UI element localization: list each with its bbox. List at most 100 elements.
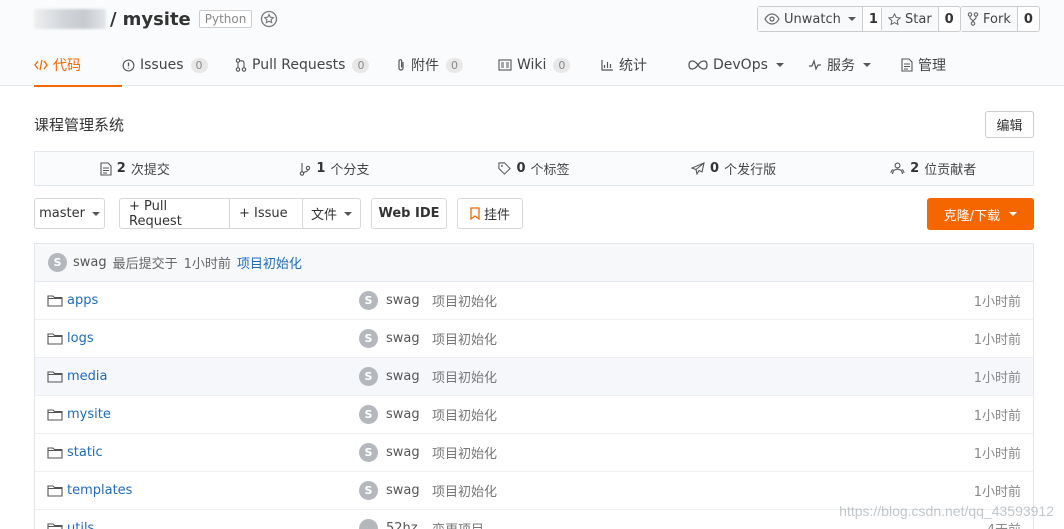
file-author[interactable]: 52hz: [386, 521, 418, 529]
new-pull-request-button[interactable]: + Pull Request: [120, 199, 229, 229]
file-commit-message[interactable]: 项目初始化: [432, 291, 497, 310]
file-name-cell: media: [47, 369, 108, 384]
avatar[interactable]: S: [48, 253, 67, 272]
file-row[interactable]: static Sswag 项目初始化 1小时前: [35, 434, 1033, 472]
tab-pull-requests-label: Pull Requests: [252, 57, 346, 73]
tab-issues[interactable]: Issues 0: [122, 44, 235, 86]
last-commit-author[interactable]: swag: [73, 255, 107, 270]
branches-count: 1: [316, 161, 326, 176]
stat-releases[interactable]: 0 个发行版: [634, 152, 834, 185]
star-button[interactable]: Star: [882, 7, 939, 31]
file-name-link[interactable]: mysite: [67, 407, 111, 422]
file-commit-message[interactable]: 项目初始化: [432, 329, 497, 348]
file-name-link[interactable]: static: [67, 445, 103, 460]
pulse-icon: [809, 59, 821, 71]
file-name-link[interactable]: templates: [67, 483, 132, 498]
file-author[interactable]: swag: [386, 369, 420, 384]
avatar[interactable]: S: [359, 443, 378, 462]
avatar[interactable]: S: [359, 405, 378, 424]
chevron-down-icon: [775, 63, 784, 67]
star-control: Star 0: [881, 6, 961, 32]
tags-label: 个标签: [530, 163, 570, 178]
folder-icon: [47, 409, 63, 421]
stat-contributors[interactable]: 2 位贡献者: [833, 152, 1033, 185]
award-icon[interactable]: [260, 10, 278, 28]
edit-button[interactable]: 编辑: [985, 111, 1034, 138]
file-name-link[interactable]: apps: [67, 293, 98, 308]
contributors-count: 2: [910, 161, 920, 176]
widget-button[interactable]: 挂件: [457, 198, 523, 229]
file-name-link[interactable]: utils: [67, 521, 94, 529]
repo-name[interactable]: mysite: [123, 9, 191, 30]
stat-commits[interactable]: 2 次提交: [35, 152, 235, 185]
file-commit-message[interactable]: 项目初始化: [432, 367, 497, 386]
file-name-cell: templates: [47, 483, 132, 498]
watermark: https://blog.csdn.net/qq_43593912: [839, 503, 1054, 519]
tab-devops[interactable]: DevOps: [688, 44, 808, 86]
last-commit-message[interactable]: 项目初始化: [237, 253, 302, 272]
fork-count[interactable]: 0: [1018, 7, 1039, 31]
language-badge[interactable]: Python: [198, 10, 253, 28]
file-name-link[interactable]: media: [67, 369, 108, 384]
tab-statistics[interactable]: 统计: [601, 44, 688, 86]
tab-pull-requests[interactable]: Pull Requests 0: [235, 44, 396, 86]
file-commit-message[interactable]: 变更项目: [432, 519, 484, 529]
file-commit-message[interactable]: 项目初始化: [432, 405, 497, 424]
avatar[interactable]: S: [359, 329, 378, 348]
chevron-down-icon: [1009, 212, 1018, 216]
fork-control: Fork 0: [960, 6, 1040, 32]
web-ide-button[interactable]: Web IDE: [371, 198, 447, 229]
tab-services[interactable]: 服务: [808, 44, 901, 86]
file-author[interactable]: swag: [386, 293, 420, 308]
owner-name-blurred[interactable]: [34, 9, 106, 29]
tab-statistics-label: 统计: [619, 58, 647, 74]
releases-label: 个发行版: [724, 163, 777, 178]
star-count[interactable]: 0: [939, 7, 960, 31]
file-author[interactable]: swag: [386, 483, 420, 498]
avatar[interactable]: S: [359, 367, 378, 386]
unwatch-button[interactable]: Unwatch: [758, 7, 863, 31]
watch-control: Unwatch 1: [757, 6, 885, 32]
file-menu-label: 文件: [310, 208, 337, 223]
folder-icon: [47, 485, 63, 497]
stat-branches[interactable]: 1 个分支: [235, 152, 435, 185]
last-commit-time: 1小时前: [183, 257, 231, 272]
fork-button[interactable]: Fork: [961, 7, 1018, 31]
avatar[interactable]: S: [359, 481, 378, 500]
file-author[interactable]: swag: [386, 407, 420, 422]
file-commit-time: 1小时前: [973, 409, 1021, 424]
tab-devops-label: DevOps: [713, 57, 768, 73]
unwatch-label: Unwatch: [784, 11, 841, 27]
repo-title-row: / mysite Python: [34, 6, 278, 32]
file-row[interactable]: media Sswag 项目初始化 1小时前: [35, 358, 1033, 396]
branch-select[interactable]: master: [34, 198, 105, 229]
file-commit-time: 4天前: [987, 519, 1021, 529]
file-commit-message[interactable]: 项目初始化: [432, 481, 497, 500]
tab-wiki[interactable]: Wiki 0: [498, 44, 601, 86]
file-commit-message[interactable]: 项目初始化: [432, 443, 497, 462]
avatar[interactable]: S: [359, 291, 378, 310]
file-name-cell: apps: [47, 293, 98, 308]
file-row[interactable]: mysite Sswag 项目初始化 1小时前: [35, 396, 1033, 434]
stat-tags[interactable]: 0 个标签: [434, 152, 634, 185]
folder-icon: [47, 333, 63, 345]
tab-issues-label: Issues: [140, 57, 184, 73]
tab-code[interactable]: 代码: [34, 44, 122, 87]
tab-manage[interactable]: 管理: [901, 44, 971, 86]
tab-attachments[interactable]: 附件 0: [396, 44, 498, 86]
clone-download-label: 克隆/下载: [943, 208, 1001, 224]
commits-count: 2: [116, 161, 126, 176]
branch-icon: [300, 162, 311, 176]
avatar[interactable]: [359, 519, 378, 529]
file-author[interactable]: swag: [386, 445, 420, 460]
fork-icon: [967, 12, 979, 26]
pull-request-icon: [235, 58, 247, 72]
file-row[interactable]: logs Sswag 项目初始化 1小时前: [35, 320, 1033, 358]
paper-plane-icon: [691, 162, 705, 175]
file-author[interactable]: swag: [386, 331, 420, 346]
file-row[interactable]: apps Sswag 项目初始化 1小时前: [35, 282, 1033, 320]
file-menu-button[interactable]: 文件: [302, 198, 361, 229]
file-name-link[interactable]: logs: [67, 331, 94, 346]
clone-download-button[interactable]: 克隆/下载: [927, 198, 1034, 230]
tab-manage-label: 管理: [918, 58, 946, 74]
